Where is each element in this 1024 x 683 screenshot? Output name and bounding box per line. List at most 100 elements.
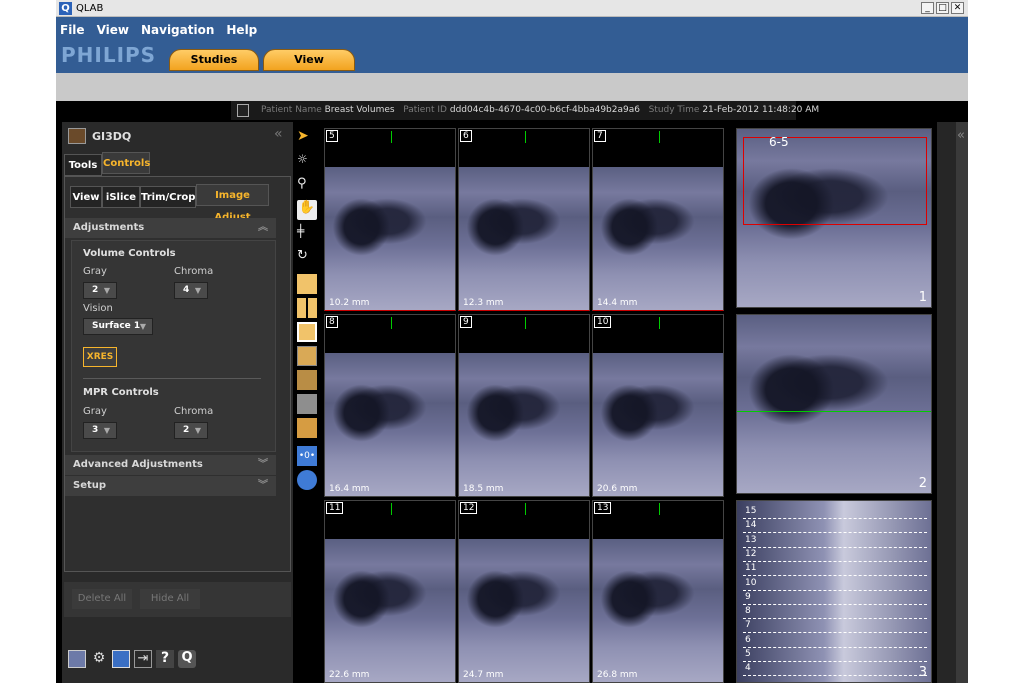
export-icon[interactable]: ⇥ [134, 650, 152, 668]
volume-gray-select[interactable]: 2 ▼ [83, 282, 117, 299]
slice-number: 5 [326, 130, 338, 142]
subtab-trim-crop[interactable]: Trim/Crop [140, 186, 196, 208]
maximize-button[interactable]: □ [936, 2, 949, 14]
pan-tool-icon[interactable]: ✋ [297, 200, 317, 220]
mpr-chroma-select[interactable]: 2 ▼ [174, 422, 208, 439]
patient-id-value: ddd04c4b-4670-4c00-b6cf-4bba49b2a9a6 [449, 105, 640, 115]
layout-custom-icon[interactable] [297, 418, 317, 438]
brightness-tool-icon[interactable]: ☼ [297, 152, 317, 172]
cine-icon[interactable]: •0• [297, 446, 317, 466]
mpr-controls-heading: MPR Controls [83, 387, 159, 398]
patient-name-label: Patient Name [261, 105, 322, 115]
slice-depth: 18.5 mm [463, 484, 504, 494]
collapse-panel-button[interactable]: « [274, 126, 283, 142]
qlab-icon[interactable]: Q [178, 650, 196, 668]
xres-button[interactable]: XRES [83, 347, 117, 367]
film-icon[interactable] [68, 650, 86, 668]
pointer-tool-icon[interactable]: ➤ [297, 128, 317, 148]
close-button[interactable]: ✕ [951, 2, 964, 14]
slice-line[interactable]: 11 [743, 562, 927, 577]
slice-view[interactable]: 8 16.4 mm [324, 314, 456, 497]
tab-studies[interactable]: Studies [169, 49, 259, 71]
slice-view[interactable]: 13 26.8 mm [592, 500, 724, 683]
slice-line[interactable]: 9 [743, 591, 927, 605]
setup-section[interactable]: Setup ︾ [65, 476, 276, 496]
mpr-view-3[interactable]: 15 14 13 12 11 10 9 8 7 6 5 4 3 [736, 500, 932, 683]
tab-view[interactable]: View [263, 49, 355, 71]
hide-all-button[interactable]: Hide All [140, 589, 200, 609]
tab-tools[interactable]: Tools [64, 154, 102, 176]
layout-grid-alt-icon[interactable] [297, 394, 317, 414]
menu-navigation[interactable]: Navigation [141, 23, 214, 37]
rotate-tool-icon[interactable]: ↻ [297, 248, 317, 268]
expand-right-panel-icon[interactable]: « [957, 128, 965, 143]
tab-controls[interactable]: Controls [102, 152, 150, 174]
right-collapse-bar[interactable]: « [956, 122, 968, 683]
layout-3x3-icon[interactable] [297, 346, 317, 366]
slice-range-label: 6-5 [769, 135, 789, 149]
advanced-adjustments-section[interactable]: Advanced Adjustments ︾ [65, 455, 276, 475]
volume-render-icon[interactable] [297, 470, 317, 490]
save-icon[interactable] [112, 650, 130, 668]
ultrasound-image [459, 539, 589, 682]
view-number-2: 2 [918, 476, 927, 491]
volume-chroma-select[interactable]: 4 ▼ [174, 282, 208, 299]
slice-view[interactable]: 7 14.4 mm [592, 128, 724, 311]
mpr-view-1[interactable]: 6-5 1 [736, 128, 932, 308]
window-title: QLAB [76, 3, 104, 14]
slice-line[interactable]: 12 [743, 548, 927, 562]
slice-line[interactable]: 10 [743, 577, 927, 591]
slice-line[interactable]: 14 [743, 519, 927, 534]
slice-line[interactable]: 6 [743, 634, 927, 648]
minimize-button[interactable]: _ [921, 2, 934, 14]
layout-1x1-icon[interactable] [297, 274, 317, 294]
slice-line[interactable]: 4 [743, 662, 927, 677]
slice-line[interactable]: 5 [743, 648, 927, 662]
slice-depth: 16.4 mm [329, 484, 370, 494]
view-number-1: 1 [918, 290, 927, 305]
menu-file[interactable]: File [60, 23, 85, 37]
delete-all-button[interactable]: Delete All [72, 589, 132, 609]
slice-number: 13 [594, 502, 612, 514]
slice-view[interactable]: 6 12.3 mm [458, 128, 590, 311]
right-gutter [937, 122, 956, 683]
center-marker [525, 131, 526, 143]
settings-icon[interactable]: ⚙ [90, 650, 108, 668]
adjustments-label: Adjustments [73, 222, 145, 233]
patient-name-value: Breast Volumes [324, 105, 395, 115]
subtab-islice[interactable]: iSlice [102, 186, 140, 208]
slice-line[interactable]: 7 [743, 619, 927, 634]
menu-bar: File View Navigation Help [60, 23, 257, 37]
slice-line[interactable]: 13 [743, 534, 927, 548]
center-marker [391, 503, 392, 515]
menu-help[interactable]: Help [226, 23, 257, 37]
zoom-tool-icon[interactable]: ⚲ [297, 176, 317, 196]
subtab-image-adjust[interactable]: Image Adjust [196, 184, 269, 223]
slice-line[interactable]: 15 [743, 505, 927, 519]
mpr-view-2[interactable]: 2 [736, 314, 932, 494]
slice-view[interactable]: 5 10.2 mm [324, 128, 456, 311]
slice-line[interactable]: 8 [743, 605, 927, 620]
layout-2x2-icon[interactable] [297, 298, 317, 318]
mpr-gray-select[interactable]: 3 ▼ [83, 422, 117, 439]
slice-view[interactable]: 12 24.7 mm [458, 500, 590, 683]
vision-label: Vision [83, 303, 113, 314]
slice-line-label: 7 [745, 620, 751, 631]
subtab-view[interactable]: View [70, 186, 102, 208]
slice-view[interactable]: 10 20.6 mm [592, 314, 724, 497]
volume-chroma-value: 4 [183, 285, 190, 295]
slice-view[interactable]: 9 18.5 mm [458, 314, 590, 497]
slice-view[interactable]: 11 22.6 mm [324, 500, 456, 683]
philips-logo: PHILIPS [61, 43, 157, 67]
help-icon[interactable]: ? [156, 650, 174, 668]
center-marker [525, 317, 526, 329]
slice-line-label: 9 [745, 591, 751, 602]
layout-grid-icon[interactable] [297, 370, 317, 390]
vision-select[interactable]: Surface 1 ▼ [83, 318, 153, 335]
header-band: File View Navigation Help PHILIPS Studie… [56, 17, 968, 73]
slice-tool-icon[interactable]: ╪ [297, 224, 317, 244]
center-marker [659, 131, 660, 143]
adjustments-section[interactable]: Adjustments ︽ [65, 218, 276, 238]
layout-1plus3-icon[interactable] [297, 322, 317, 342]
menu-view[interactable]: View [97, 23, 129, 37]
